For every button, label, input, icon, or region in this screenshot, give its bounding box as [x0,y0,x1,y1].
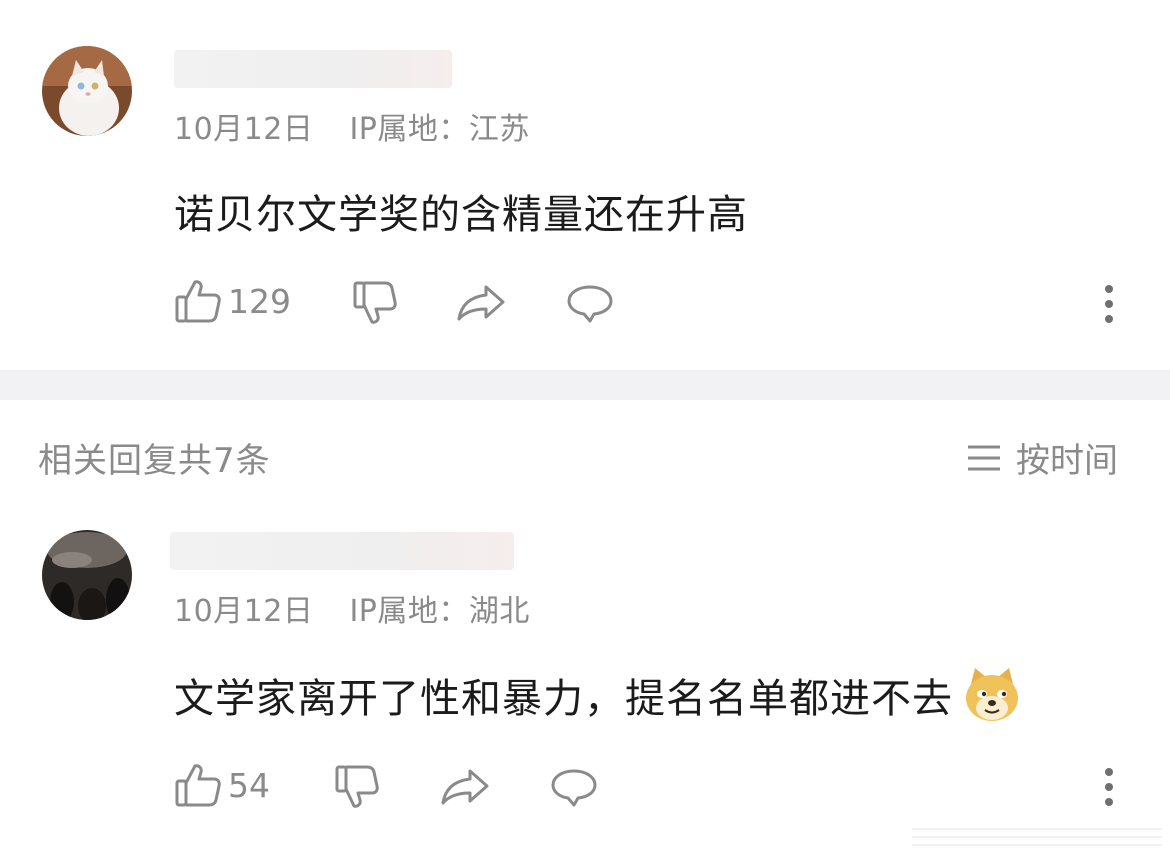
comment-text: 诺贝尔文学奖的含精量还在升高 [174,192,748,238]
comment-author-avatar[interactable] [42,46,132,136]
reply-meta: 10月12日 IP属地：湖北 [174,586,530,630]
reply-author-name-redacted[interactable] [170,532,514,570]
reply-ip-location: IP属地：湖北 [349,594,530,629]
reply-text: 文学家离开了性和暴力，提名名单都进不去 [174,676,953,722]
replies-count-title: 相关回复共7条 [38,441,271,481]
comment-bubble-icon [567,285,613,323]
more-vertical-icon [1104,768,1114,806]
comment-bubble-icon [551,769,597,807]
watermark-graphic [912,828,1162,846]
comment-share-button[interactable] [456,284,506,322]
thumb-up-icon [175,280,221,323]
doge-emoji [966,668,1018,721]
list-lines-icon [968,445,1000,470]
reply-like-button[interactable]: 54 [174,762,270,808]
sort-by-time-button[interactable]: 按时间 [966,433,1118,482]
comment-like-count: 129 [228,281,291,321]
reply-like-count: 54 [228,765,270,805]
comment-reply-button[interactable] [566,284,614,324]
share-arrow-icon [441,769,489,805]
comment-more-button[interactable] [1104,285,1114,330]
reply-date: 10月12日 [174,594,314,629]
reply-author-avatar[interactable] [42,530,132,620]
section-divider [0,370,1170,400]
comment-like-button[interactable]: 129 [174,278,291,324]
comment-dislike-button[interactable] [352,280,398,326]
comment-ip-location: IP属地：江苏 [349,112,530,147]
comment-date: 10月12日 [174,112,314,147]
reply-reply-button[interactable] [550,768,598,808]
more-vertical-icon [1104,285,1114,323]
thumb-down-icon [353,281,397,324]
reply-content: 文学家离开了性和暴力，提名名单都进不去 [174,666,1021,724]
reply-more-button[interactable] [1104,768,1114,813]
reply-share-button[interactable] [440,768,490,806]
sort-label: 按时间 [1016,441,1118,481]
thumb-down-icon [335,765,379,808]
thumb-up-icon [175,764,221,807]
reply-dislike-button[interactable] [334,764,380,810]
comment-author-name-redacted[interactable] [174,50,452,88]
comment-meta: 10月12日 IP属地：江苏 [174,104,530,148]
share-arrow-icon [457,285,505,321]
